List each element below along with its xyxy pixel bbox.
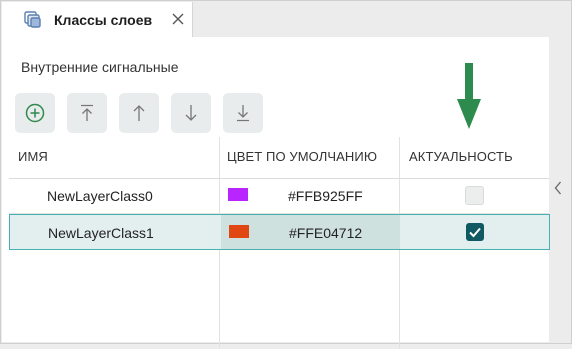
- section-label: Внутренние сигнальные: [21, 59, 179, 75]
- move-up-button[interactable]: [119, 93, 159, 133]
- color-swatch[interactable]: [228, 188, 248, 201]
- layer-classes-window: Классы слоев Внутренние сигнальные ИМЯ Ц…: [0, 0, 572, 349]
- color-swatch[interactable]: [229, 225, 249, 238]
- color-hex-value: #FFE04712: [289, 225, 363, 241]
- color-hex-value: #FFB925FF: [288, 188, 363, 204]
- table-row-selected[interactable]: NewLayerClass1 #FFE04712: [9, 214, 550, 250]
- tab-title: Классы слоев: [54, 12, 153, 28]
- layer-class-name: NewLayerClass0: [47, 188, 153, 204]
- layer-classes-panel: Внутренние сигнальные ИМЯ ЦВЕТ ПО УМОЛЧА…: [2, 37, 550, 349]
- down-arrow-marker-icon: [457, 63, 481, 129]
- move-bottom-icon: [237, 105, 249, 122]
- move-top-icon: [81, 104, 93, 121]
- chevron-left-icon[interactable]: [554, 181, 562, 195]
- add-button[interactable]: [15, 93, 55, 133]
- move-down-button[interactable]: [171, 93, 211, 133]
- move-up-icon: [133, 105, 145, 121]
- move-top-button[interactable]: [67, 93, 107, 133]
- active-checkbox[interactable]: [465, 186, 484, 205]
- column-header-active[interactable]: АКТУАЛЬНОСТЬ: [409, 149, 513, 164]
- column-header-name[interactable]: ИМЯ: [18, 149, 48, 164]
- table-row[interactable]: NewLayerClass0 #FFB925FF: [9, 178, 549, 214]
- move-bottom-button[interactable]: [223, 93, 263, 133]
- tab-layer-classes[interactable]: Классы слоев: [2, 2, 193, 37]
- checkmark-icon: [469, 227, 481, 238]
- layer-class-name: NewLayerClass1: [48, 225, 154, 241]
- active-checkbox-checked[interactable]: [466, 223, 484, 241]
- layers-icon: [24, 11, 42, 29]
- close-icon[interactable]: [169, 10, 187, 28]
- move-down-icon: [185, 105, 197, 121]
- column-header-color[interactable]: ЦВЕТ ПО УМОЛЧАНИЮ: [227, 149, 377, 164]
- add-circle-icon: [25, 103, 45, 123]
